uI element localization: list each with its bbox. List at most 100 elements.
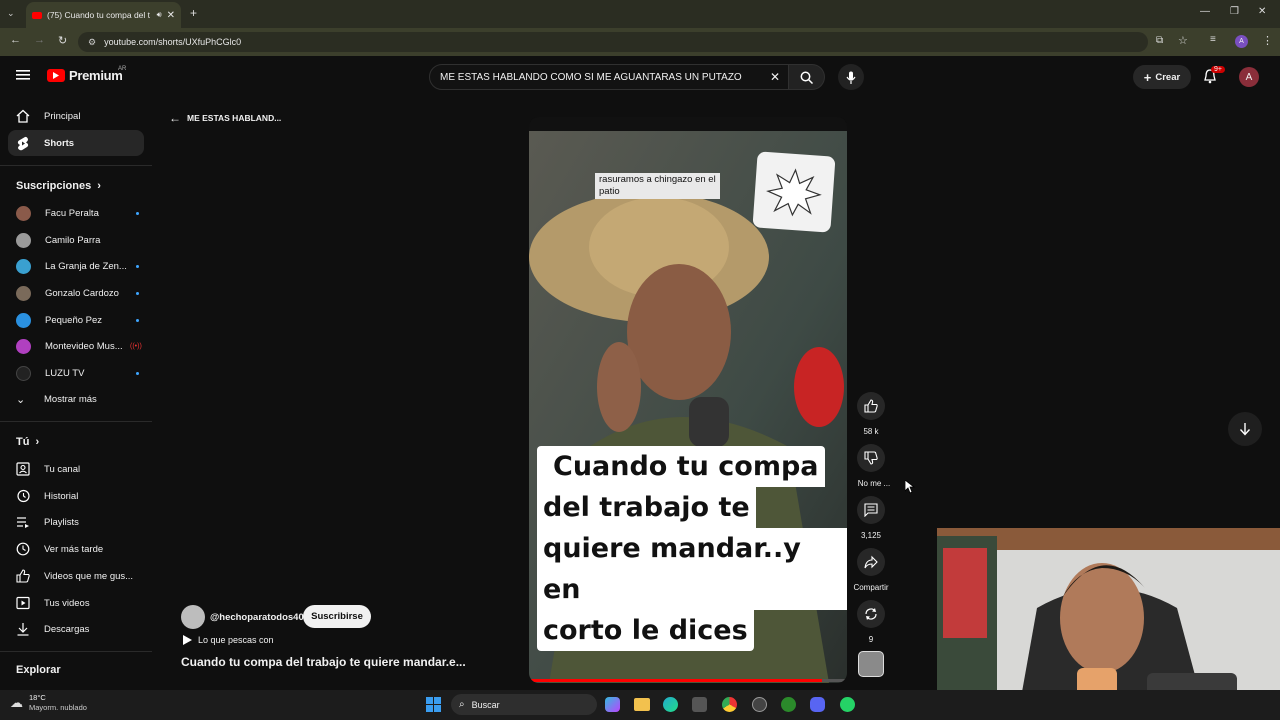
chevron-down-icon: ⌄ [16,393,26,406]
back-icon[interactable]: ← [10,34,21,46]
tab-title: (75) Cuando tu compa del t [47,10,151,20]
sound-link[interactable]: Lo que pescas con [183,635,274,645]
audio-icon: 🔊︎ [156,10,162,19]
share-button[interactable] [857,548,885,576]
sidebar-item-history[interactable]: Historial [8,483,144,509]
subscribe-button[interactable]: Suscribirse [303,605,371,628]
subscriptions-heading[interactable]: Suscripciones › [16,180,101,192]
minimize-icon[interactable]: — [1200,6,1210,17]
avatar-letter: A [1245,71,1253,83]
remix-button[interactable] [857,600,885,628]
weather-widget[interactable]: ☁ 18°C Mayorm. nublado [10,693,87,713]
taskbar-app-store[interactable] [692,697,707,712]
subscription-item[interactable]: Montevideo Mus... ((•)) [8,333,144,359]
browser-menu-icon[interactable]: ⋮ [1262,34,1273,47]
dislike-button[interactable] [857,444,885,472]
sound-thumbnail[interactable] [858,651,884,677]
tab-list-button[interactable]: ⌄ [7,8,15,19]
forward-icon[interactable]: → [34,34,45,46]
account-avatar[interactable]: A [1239,67,1259,87]
voice-search-button[interactable] [838,64,864,90]
close-window-icon[interactable]: ✕ [1258,6,1266,17]
sidebar-item-watch-later[interactable]: Ver más tarde [8,536,144,562]
share-label: Compartir [853,583,889,592]
clear-search-icon[interactable]: ✕ [770,70,780,84]
mic-icon [846,71,856,84]
taskbar-search-label: Buscar [471,699,500,710]
sidebar-item-label: Principal [44,110,81,122]
logo-region: AR [118,66,127,72]
subscription-item[interactable]: La Granja de Zen... [8,253,144,279]
channel-name: Pequeño Pez [45,314,103,326]
new-tab-button[interactable]: + [190,6,197,20]
back-to-search-button[interactable]: ← ME ESTAS HABLAND... [169,111,281,125]
caption-large: Cuando tu compa del trabajo te quiere ma… [537,446,847,651]
logo-text: Premium [69,68,123,83]
arrow-left-icon: ← [169,111,181,125]
burst-icon [766,168,822,217]
search-input[interactable]: ME ESTAS HABLANDO COMO SI ME AGUANTARAS … [429,64,789,90]
explore-heading: Explorar [16,664,61,676]
media-control-icon[interactable]: ≡ [1210,34,1216,45]
clock-icon [16,542,30,556]
reload-icon[interactable]: ↻ [58,34,67,47]
taskbar-app-xbox[interactable] [781,697,796,712]
sidebar-item-downloads[interactable]: Descargas [8,616,144,642]
comment-count: 3,125 [860,531,882,540]
address-bar[interactable]: ⚙ youtube.com/shorts/UXfuPhCGlc0 [78,32,1148,52]
subscriptions-title: Suscripciones [16,180,92,192]
playlist-icon [17,517,29,528]
show-more-button[interactable]: ⌄ Mostrar más [8,386,144,412]
channel-avatar [16,285,31,301]
install-icon[interactable]: ⧉ [1156,35,1163,46]
profile-avatar[interactable]: A [1235,35,1248,48]
hamburger-menu-icon[interactable] [16,69,30,81]
sidebar-item-shorts[interactable]: Shorts [8,130,144,156]
thumbs-up-icon [16,569,30,583]
taskbar-app-explorer[interactable] [634,698,650,711]
subscription-item[interactable]: Facu Peralta [8,200,144,226]
restore-icon[interactable]: ❐ [1230,6,1239,17]
sidebar-item-your-videos[interactable]: Tus videos [8,590,144,616]
next-short-button[interactable] [1228,412,1262,446]
remix-count: 9 [868,635,874,644]
progress-bar[interactable] [529,679,847,682]
browser-tab[interactable]: (75) Cuando tu compa del t 🔊︎ ✕ [26,2,181,28]
live-icon: ((•)) [130,342,142,350]
channel-handle[interactable]: @hechoparatodos40 [210,612,304,623]
sidebar-item-playlists[interactable]: Playlists [8,509,144,535]
subscription-item[interactable]: Gonzalo Cardozo [8,280,144,306]
subscription-item[interactable]: Camilo Parra [8,227,144,253]
taskbar-app-edge[interactable] [663,697,678,712]
subscribe-label: Suscribirse [311,611,363,622]
short-title[interactable]: Cuando tu compa del trabajo te quiere ma… [181,655,466,669]
youtube-logo[interactable]: Premium [47,68,123,83]
subscription-item[interactable]: Pequeño Pez [8,307,144,333]
subscription-item[interactable]: LUZU TV [8,360,144,386]
site-info-icon[interactable]: ⚙ [88,37,96,48]
taskbar-app-whatsapp[interactable] [840,697,855,712]
tab-close-icon[interactable]: ✕ [167,10,175,21]
bookmark-star-icon[interactable]: ☆ [1178,34,1188,47]
taskbar-app-obs[interactable] [752,697,767,712]
sidebar-item-label: Historial [44,490,79,502]
sidebar-item-principal[interactable]: Principal [8,103,144,129]
create-button[interactable]: + Crear [1133,65,1191,89]
arrow-down-icon [1239,423,1251,436]
channel-avatar[interactable] [181,605,205,629]
search-button[interactable] [789,64,825,90]
new-content-dot [136,211,139,215]
sidebar-item-label: Playlists [44,516,79,528]
sidebar-item-channel[interactable]: Tu canal [8,456,144,482]
taskbar-search[interactable]: ⌕ Buscar [451,694,597,715]
taskbar-app-chrome[interactable] [722,697,737,712]
like-button[interactable] [857,392,885,420]
sidebar-item-liked-videos[interactable]: Videos que me gus... [8,563,144,589]
channel-name: LUZU TV [45,367,85,379]
taskbar-app-copilot[interactable] [605,697,620,712]
start-button[interactable] [426,697,441,712]
short-video-player[interactable]: rasuramos a chingazo en el patio Cuando … [529,117,847,683]
taskbar-app-discord[interactable] [810,697,825,712]
you-heading[interactable]: Tú › [16,436,39,448]
comments-button[interactable] [857,496,885,524]
